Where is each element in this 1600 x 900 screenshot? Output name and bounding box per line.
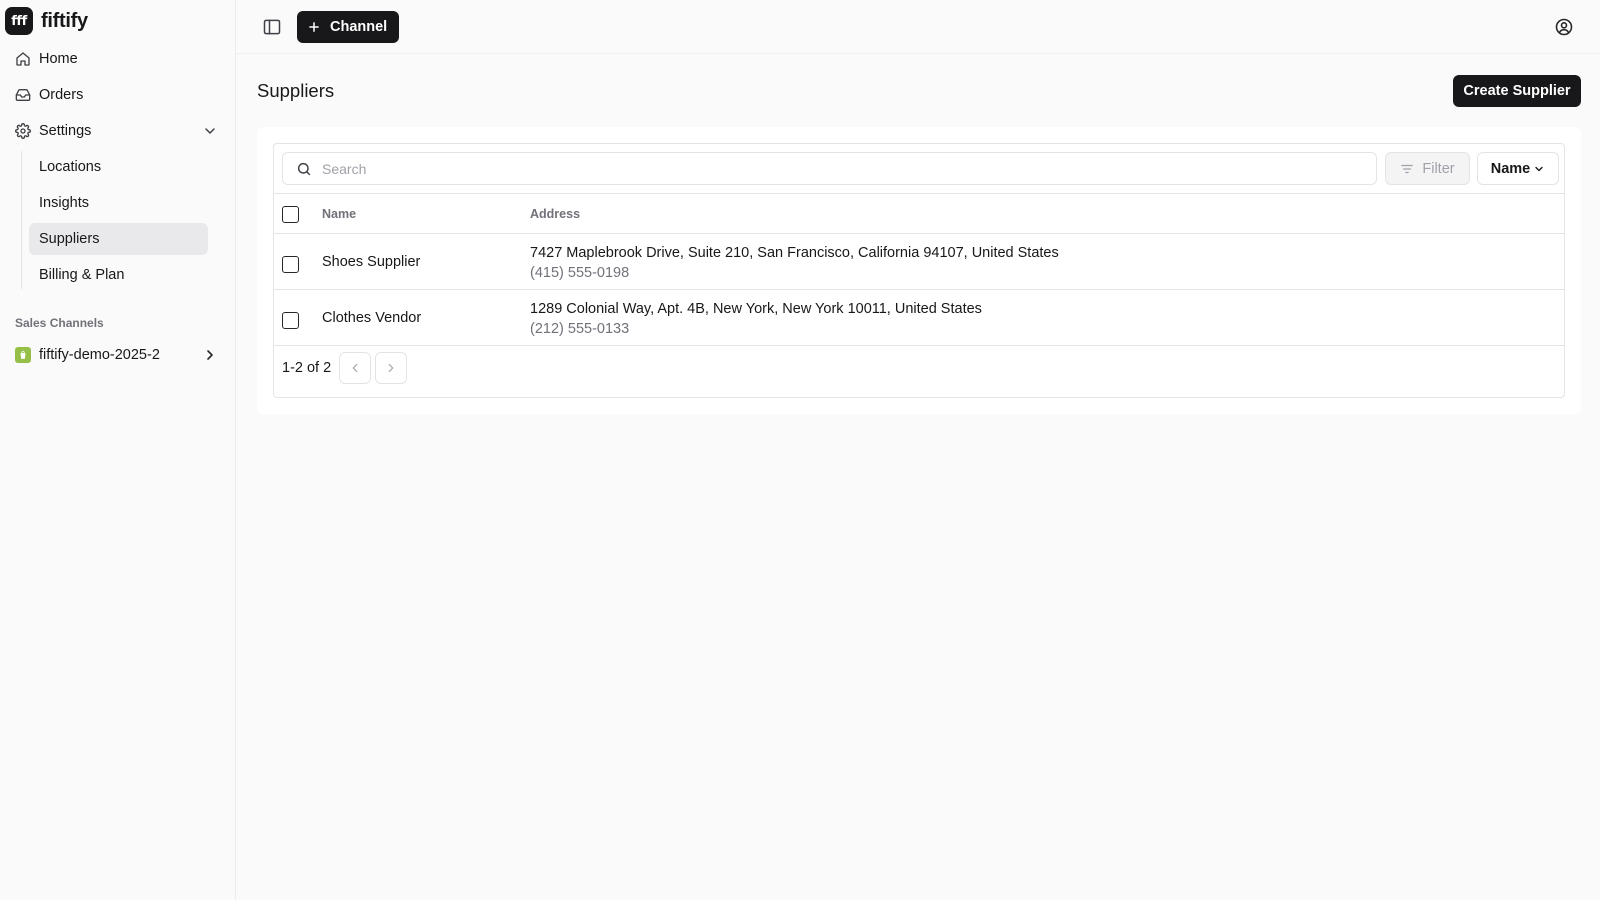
brand[interactable]: fff fiftify bbox=[5, 7, 88, 35]
sales-channels-label: Sales Channels bbox=[15, 316, 104, 330]
plus-icon bbox=[309, 22, 319, 32]
sidebar-item-label: Settings bbox=[39, 123, 92, 139]
create-supplier-button[interactable]: Create Supplier bbox=[1453, 75, 1581, 107]
user-circle-icon[interactable] bbox=[1554, 17, 1574, 37]
sidebar-item-settings[interactable]: Settings bbox=[14, 115, 220, 147]
row-checkbox[interactable] bbox=[282, 256, 299, 273]
chevron-left-icon bbox=[352, 363, 358, 373]
sidebar-toggle-icon[interactable] bbox=[262, 17, 282, 37]
sidebar-item-locations[interactable]: Locations bbox=[29, 151, 208, 183]
page-title: Suppliers bbox=[257, 80, 335, 101]
chevron-right-icon bbox=[388, 363, 394, 373]
sidebar-item-suppliers[interactable]: Suppliers bbox=[29, 223, 208, 255]
filter-button[interactable]: Filter bbox=[1385, 152, 1470, 185]
gear-icon bbox=[14, 122, 32, 140]
supplier-phone: (212) 555-0133 bbox=[530, 320, 630, 337]
suppliers-table: Filter Name Name Address Shoes Supplier … bbox=[273, 143, 1565, 398]
inbox-icon bbox=[14, 86, 32, 104]
brand-name: fiftify bbox=[41, 9, 88, 32]
column-header-name[interactable]: Name bbox=[322, 207, 356, 221]
suppliers-card: Filter Name Name Address Shoes Supplier … bbox=[257, 127, 1581, 414]
sidebar-item-home[interactable]: Home bbox=[14, 43, 220, 75]
sidebar-item-channel[interactable]: fiftify-demo-2025-2 bbox=[14, 339, 220, 371]
pagination-info: 1-2 of 2 bbox=[282, 360, 332, 376]
supplier-address: 1289 Colonial Way, Apt. 4B, New York, Ne… bbox=[530, 301, 982, 317]
sidebar-item-label: Home bbox=[39, 51, 78, 67]
sort-label: Name bbox=[1490, 160, 1531, 177]
shopify-icon bbox=[15, 347, 31, 363]
topbar: Channel bbox=[236, 0, 1600, 54]
sidebar: fff fiftify Home Orders Settings Locatio… bbox=[0, 0, 236, 900]
sidebar-item-insights[interactable]: Insights bbox=[29, 187, 208, 219]
submenu-divider bbox=[21, 151, 22, 289]
select-all-checkbox[interactable] bbox=[282, 206, 299, 223]
prev-page-button[interactable] bbox=[339, 352, 371, 384]
chevron-right-icon bbox=[202, 347, 218, 363]
home-icon bbox=[14, 50, 32, 68]
channel-label: fiftify-demo-2025-2 bbox=[39, 347, 160, 363]
sidebar-item-label: Orders bbox=[39, 87, 84, 103]
search-icon bbox=[297, 162, 311, 175]
search-input[interactable] bbox=[322, 160, 1376, 177]
brand-logo: fff bbox=[5, 7, 33, 35]
chevron-down-icon bbox=[1535, 166, 1543, 171]
filter-icon bbox=[1401, 164, 1414, 173]
table-row[interactable]: Clothes Vendor 1289 Colonial Way, Apt. 4… bbox=[274, 290, 1564, 346]
next-page-button[interactable] bbox=[375, 352, 407, 384]
sidebar-item-orders[interactable]: Orders bbox=[14, 79, 220, 111]
sidebar-item-billing[interactable]: Billing & Plan bbox=[29, 259, 208, 291]
filter-label: Filter bbox=[1422, 160, 1455, 177]
supplier-phone: (415) 555-0198 bbox=[530, 264, 630, 281]
table-row[interactable]: Shoes Supplier 7427 Maplebrook Drive, Su… bbox=[274, 234, 1564, 290]
search-field[interactable] bbox=[282, 152, 1377, 185]
table-header: Name Address bbox=[274, 193, 1564, 234]
supplier-address: 7427 Maplebrook Drive, Suite 210, San Fr… bbox=[530, 245, 1059, 261]
chevron-down-icon bbox=[202, 123, 218, 139]
supplier-address-cell: 1289 Colonial Way, Apt. 4B, New York, Ne… bbox=[530, 300, 982, 339]
supplier-name: Shoes Supplier bbox=[322, 254, 421, 270]
row-checkbox[interactable] bbox=[282, 312, 299, 329]
add-channel-button[interactable]: Channel bbox=[297, 11, 400, 43]
supplier-address-cell: 7427 Maplebrook Drive, Suite 210, San Fr… bbox=[530, 244, 1059, 283]
add-channel-label: Channel bbox=[330, 19, 388, 35]
supplier-name: Clothes Vendor bbox=[322, 310, 422, 326]
column-header-address: Address bbox=[530, 207, 581, 221]
sort-dropdown[interactable]: Name bbox=[1477, 152, 1559, 185]
